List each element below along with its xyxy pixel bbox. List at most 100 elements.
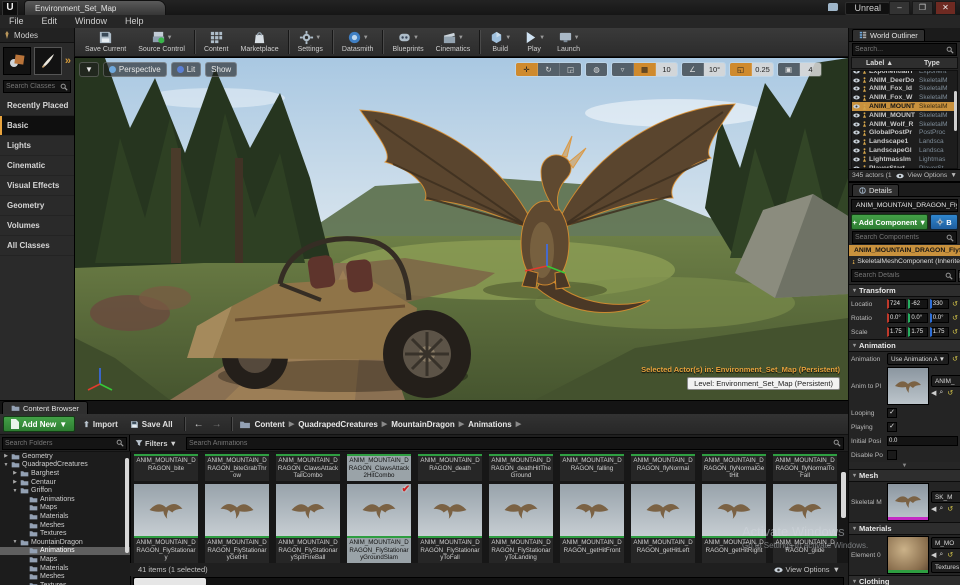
reset-icon[interactable]: ↺	[952, 314, 958, 322]
y-value-field[interactable]: -62	[908, 299, 927, 309]
visibility-eye-icon[interactable]	[853, 86, 860, 91]
x-value-field[interactable]: 724	[887, 299, 906, 309]
animation-section-header[interactable]: Animation	[849, 339, 960, 352]
tree-arrow-icon[interactable]: ▼	[3, 462, 9, 468]
z-value-field[interactable]: 0.0°	[930, 313, 949, 323]
breadcrumb-item[interactable]: QuadrapedCreatures	[298, 420, 378, 429]
folder-tree-item[interactable]: ▼ QuadrapedCreatures	[0, 461, 130, 470]
add-component-button[interactable]: + Add Component ▼	[851, 214, 928, 230]
asset-tile[interactable]: ANIM_MOUNTAIN_DRAGON_flyNormalGetHit	[702, 454, 766, 481]
chevron-down-icon[interactable]: ▼	[363, 35, 369, 41]
minimize-button[interactable]: –	[889, 1, 910, 15]
viewport-scene[interactable]	[75, 58, 848, 400]
maximize-button[interactable]: ❐	[912, 1, 933, 15]
asset-tile[interactable]: ANIM_MOUNTAIN_DRAGON_FlyStationaryGetHit	[205, 484, 269, 563]
folder-tree-item[interactable]: ▼ MountainDragon	[0, 538, 130, 547]
chevron-down-icon[interactable]: ▼	[505, 35, 511, 41]
folder-tree-item[interactable]: ▼ Griffon	[0, 486, 130, 495]
back-button[interactable]: ←	[192, 419, 206, 430]
y-value-field[interactable]: 0.0°	[908, 313, 927, 323]
modes-category[interactable]: All Classes	[0, 236, 74, 256]
asset-tile[interactable]: ANIM_MOUNTAIN_DRAGON_bite	[134, 454, 198, 481]
show-menu-button[interactable]: Show	[205, 62, 237, 77]
folder-tree-item[interactable]: Meshes	[0, 572, 130, 581]
modes-category[interactable]: Basic	[0, 116, 74, 136]
grid-snap-icon[interactable]: ▦	[634, 63, 656, 76]
feedback-icon[interactable]	[828, 3, 838, 11]
folder-tree-item[interactable]: ▶ Barghest	[0, 469, 130, 478]
folder-tree-item[interactable]: Animations	[0, 495, 130, 504]
use-selected-icon[interactable]: ◀	[931, 551, 936, 559]
place-mode-button[interactable]	[3, 47, 31, 75]
y-value-field[interactable]: 1.75	[908, 327, 927, 337]
menu-item[interactable]: Window	[66, 15, 116, 28]
tree-arrow-icon[interactable]: ▶	[3, 453, 9, 459]
section-expander[interactable]: ▼	[849, 462, 960, 469]
modes-category[interactable]: Lights	[0, 136, 74, 156]
toolbar-button[interactable]: ▼ Settings	[292, 28, 329, 56]
scale-tool-button[interactable]: ◲	[560, 63, 581, 76]
toolbar-button[interactable]: Save Current	[79, 28, 132, 56]
chevron-down-icon[interactable]: ▼	[413, 35, 419, 41]
camera-speed-icon[interactable]: ▣	[778, 63, 800, 76]
skeletal-mesh-dropdown[interactable]: SK_M▼	[931, 491, 960, 503]
folder-tree-item[interactable]: Maps	[0, 504, 130, 513]
playing-checkbox[interactable]: ✓	[887, 422, 897, 432]
folder-tree-item[interactable]: Materials	[0, 512, 130, 521]
rotate-tool-button[interactable]: ↻	[538, 63, 560, 76]
browse-icon[interactable]: ⌕	[939, 551, 943, 559]
import-button[interactable]: ⬆Import	[79, 420, 122, 429]
visibility-eye-icon[interactable]	[853, 122, 860, 127]
animation-asset-thumbnail[interactable]	[887, 367, 929, 405]
use-selected-icon[interactable]: ◀	[931, 389, 936, 397]
paint-mode-button[interactable]	[34, 47, 62, 75]
toolbar-button[interactable]: ▼ Blueprints	[386, 28, 429, 56]
visibility-eye-icon[interactable]	[853, 148, 860, 153]
x-value-field[interactable]: 1.75	[887, 327, 906, 337]
visibility-eye-icon[interactable]	[853, 95, 860, 100]
world-local-toggle[interactable]: ◍	[586, 63, 607, 76]
close-button[interactable]: ✕	[935, 1, 956, 15]
asset-tile[interactable]: ANIM_MOUNTAIN_DRAGON_biteGrabThrow	[205, 454, 269, 481]
filters-button[interactable]: Filters ▼	[130, 439, 182, 448]
asset-tile[interactable]: ANIM_MOUNTAIN_DRAGON_death	[418, 454, 482, 481]
visibility-eye-icon[interactable]	[853, 130, 860, 135]
outliner-row[interactable]: ANIM_DeerDo SkeletalM	[852, 76, 957, 85]
modes-category[interactable]: Geometry	[0, 196, 74, 216]
outliner-row[interactable]: PlayerStart PlayerSt	[852, 164, 957, 169]
modes-expand-chevron[interactable]: »	[65, 55, 71, 67]
outliner-view-options[interactable]: View Options ▼	[896, 172, 957, 179]
initial-position-field[interactable]: 0.0	[887, 436, 958, 446]
details-search-input[interactable]	[854, 272, 945, 279]
modes-search-input[interactable]	[6, 83, 60, 90]
outliner-search-input[interactable]	[855, 46, 946, 53]
toolbar-button[interactable]: Marketplace	[234, 28, 284, 56]
asset-tile[interactable]: ANIM_MOUNTAIN_DRAGON_FlyStationarySpitFi…	[276, 484, 340, 563]
add-new-button[interactable]: Add New ▼	[3, 416, 75, 432]
textures-dropdown[interactable]: Textures▼	[931, 561, 960, 573]
grid-horizontal-scrollbar[interactable]	[133, 577, 844, 585]
outliner-row[interactable]: ANIM_MOUNT SkeletalM	[852, 111, 957, 120]
x-value-field[interactable]: 0.0°	[887, 313, 906, 323]
reset-icon[interactable]: ↺	[947, 551, 953, 559]
folder-tree-item[interactable]: Animations	[0, 547, 130, 556]
outliner-row[interactable]: LightmassIm Lightmas	[852, 155, 957, 164]
asset-tile[interactable]: ANIM_MOUNTAIN_DRAGON_FlyStationary	[134, 484, 198, 563]
view-options-button[interactable]: View Options ▼	[774, 565, 841, 574]
scale-snap-icon[interactable]: ◱	[730, 63, 752, 76]
materials-section-header[interactable]: Materials	[849, 522, 960, 535]
asset-tile[interactable]: ANIM_MOUNTAIN_DRAGON_FlyStationaryToFall	[418, 484, 482, 563]
transform-section-header[interactable]: Transform	[849, 284, 960, 297]
reset-icon[interactable]: ↺	[947, 505, 953, 513]
material-thumbnail[interactable]	[887, 536, 929, 574]
toolbar-button[interactable]: ▼ Cinematics	[430, 28, 477, 56]
outliner-row[interactable]: ANIM_MOUNT SkeletalM	[852, 102, 957, 111]
chevron-down-icon[interactable]: ▼	[539, 35, 545, 41]
outliner-row[interactable]: Landscape1 Landsca	[852, 137, 957, 146]
outliner-row[interactable]: ANIM_Wolf_R SkeletalM	[852, 120, 957, 129]
use-selected-icon[interactable]: ◀	[931, 505, 936, 513]
toolbar-button[interactable]: ▼ Launch	[551, 28, 586, 56]
browse-icon[interactable]: ⌕	[939, 389, 943, 397]
world-outliner-tab[interactable]: World Outliner	[852, 29, 925, 41]
blueprint-button[interactable]: B	[930, 214, 958, 230]
